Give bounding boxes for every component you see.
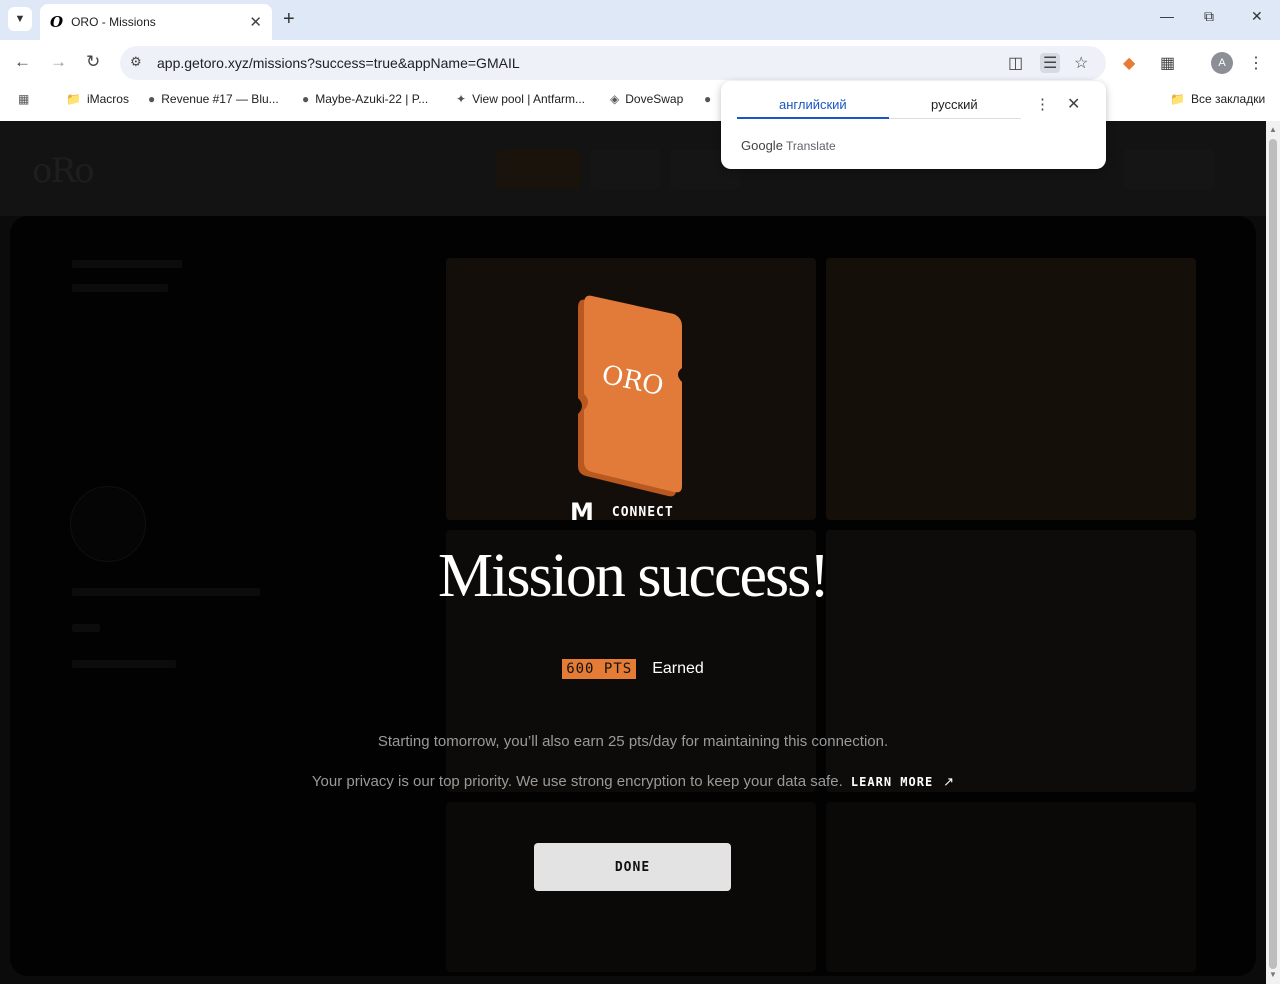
address-bar[interactable]: ⚙ app.getoro.xyz/missions?success=true&a… (120, 46, 1106, 80)
earned-label: Earned (652, 660, 704, 677)
privacy-text: Your privacy is our top priority. We use… (311, 773, 843, 790)
site-icon: ✦ (456, 92, 467, 106)
headline: Mission success! (438, 542, 830, 610)
learn-more-link[interactable]: LEARN MORE (851, 775, 933, 789)
site-icon: ● (704, 92, 712, 106)
install-app-icon[interactable]: ◫ (1008, 53, 1023, 73)
extensions-icon[interactable]: ▦ (1160, 53, 1175, 73)
target-language-tab[interactable]: русский (931, 97, 978, 112)
bookmark-star-icon[interactable]: ☆ (1074, 53, 1088, 73)
bookmark-revenue[interactable]: ● Revenue #17 — Blu... (148, 92, 279, 106)
url-text[interactable]: app.getoro.xyz/missions?success=true&app… (157, 55, 520, 71)
connect-label: CONNECT (611, 504, 674, 520)
external-arrow-icon[interactable]: ↗ (943, 774, 954, 789)
bookmark-azuki[interactable]: ● Maybe-Azuki-22 | P... (302, 92, 428, 106)
scroll-thumb[interactable] (1269, 139, 1277, 969)
connect-row: M CONNECT (570, 498, 674, 526)
tab-oro-missions[interactable]: O ORO - Missions ✕ (40, 4, 272, 40)
scroll-down-icon[interactable]: ▼ (1269, 970, 1277, 979)
translate-icon[interactable]: ☰ (1040, 53, 1061, 73)
translate-options-icon[interactable]: ⋮ (1035, 95, 1050, 113)
close-window-button[interactable]: ✕ (1251, 8, 1263, 25)
apps-icon[interactable]: ▦ (18, 92, 35, 106)
oro-card-icon: ORO (578, 295, 682, 497)
menu-icon[interactable]: ⋮ (1248, 53, 1264, 73)
bookmark-imacros[interactable]: 📁 iMacros (66, 92, 129, 106)
site-info-icon[interactable]: ⚙ (130, 54, 142, 70)
page-scrollbar[interactable]: ▲ ▼ (1266, 121, 1280, 984)
folder-icon: 📁 (66, 92, 81, 106)
oro-favicon-icon: O (50, 13, 64, 31)
folder-icon: 📁 (1170, 92, 1185, 106)
gmail-icon: M (570, 498, 594, 526)
profile-avatar[interactable]: A (1211, 52, 1233, 74)
all-bookmarks[interactable]: 📁 Все закладки (1170, 92, 1265, 106)
restore-button[interactable]: ⧉ (1204, 8, 1214, 25)
privacy-note: Your privacy is our top priority. We use… (0, 773, 1266, 790)
site-icon: ● (302, 92, 310, 106)
reload-icon[interactable]: ↻ (86, 52, 100, 72)
close-icon[interactable]: ✕ (1067, 94, 1080, 114)
daily-points-note: Starting tomorrow, you’ll also earn 25 p… (377, 733, 889, 750)
back-icon[interactable]: ← (14, 52, 31, 72)
tab-title: ORO - Missions (71, 15, 156, 29)
forward-icon[interactable]: → (50, 52, 67, 72)
active-tab-indicator (737, 117, 889, 119)
new-tab-button[interactable]: + (283, 8, 295, 31)
translate-popup: английский русский ⋮ ✕ Google Translate (721, 81, 1106, 169)
bookmark-antfarm[interactable]: ✦ View pool | Antfarm... (456, 92, 585, 106)
done-button[interactable]: DONE (534, 843, 731, 891)
google-translate-brand: Google Translate (741, 138, 836, 153)
tab-divider (889, 118, 1021, 119)
tab-search-button[interactable]: ▼ (8, 7, 32, 31)
bookmark-more[interactable]: ● (704, 92, 717, 106)
points-earned-row: 600 PTS Earned (0, 659, 1266, 679)
bookmark-doveswap[interactable]: ◈ DoveSwap (610, 92, 683, 106)
metamask-icon[interactable]: ◆ (1123, 53, 1135, 73)
toolbar: ← → ↻ ⚙ app.getoro.xyz/missions?success=… (0, 40, 1280, 86)
scroll-up-icon[interactable]: ▲ (1269, 125, 1277, 134)
site-icon: ● (148, 92, 156, 106)
mission-success-modal: ORO M CONNECT Mission success! 600 PTS E… (0, 121, 1266, 984)
source-language-tab[interactable]: английский (779, 97, 847, 112)
tab-strip: ▼ O ORO - Missions ✕ + — ⧉ ✕ (0, 0, 1280, 40)
points-badge: 600 PTS (562, 659, 637, 679)
minimize-button[interactable]: — (1160, 8, 1174, 24)
site-icon: ◈ (610, 92, 620, 106)
close-tab-icon[interactable]: ✕ (249, 13, 262, 31)
